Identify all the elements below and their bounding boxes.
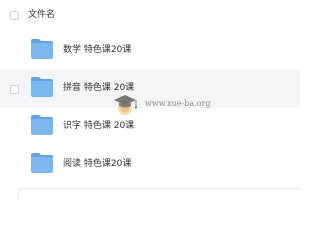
file-row[interactable]: 阅读 特色课20课 — [0, 146, 300, 184]
watermark-text: www.xue-ba.org — [145, 99, 211, 108]
panel-bottom-edge — [18, 188, 300, 200]
column-header-filename[interactable]: 文件名 — [28, 9, 55, 21]
folder-icon — [30, 152, 54, 174]
folder-icon — [30, 38, 54, 60]
folder-icon — [30, 76, 54, 98]
folder-icon — [30, 114, 54, 136]
row-checkbox[interactable] — [10, 85, 19, 94]
graduation-cap-logo-icon — [112, 93, 142, 117]
file-list-page: 文件名 数学 特色课20课 拼音 特色课 20课 识字 特色课 20课 阅读 特… — [0, 0, 300, 200]
file-name[interactable]: 数学 特色课20课 — [63, 44, 131, 56]
file-name[interactable]: 阅读 特色课20课 — [63, 158, 131, 170]
watermark: www.xue-ba.org — [112, 93, 222, 117]
select-all-checkbox[interactable] — [10, 11, 19, 20]
file-list-header: 文件名 — [0, 0, 300, 32]
file-row[interactable]: 数学 特色课20课 — [0, 32, 300, 70]
file-name[interactable]: 识字 特色课 20课 — [63, 120, 134, 132]
